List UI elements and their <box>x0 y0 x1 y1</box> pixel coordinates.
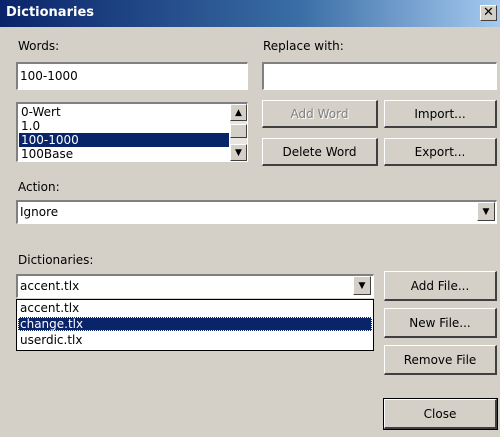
dictionaries-select-value: accent.tlx <box>20 279 80 293</box>
action-select[interactable]: Ignore ▼ <box>16 200 497 224</box>
import-button[interactable]: Import... <box>384 100 497 128</box>
scroll-thumb[interactable] <box>230 124 247 138</box>
new-file-button[interactable]: New File... <box>384 308 497 338</box>
dropdown-arrow-icon[interactable]: ▼ <box>353 276 371 295</box>
list-item[interactable]: 100Base <box>19 147 229 161</box>
scroll-up-icon[interactable]: ▲ <box>230 104 247 121</box>
export-button[interactable]: Export... <box>384 138 497 166</box>
dictionaries-select[interactable]: accent.tlx ▼ <box>16 274 374 298</box>
words-input-value: 100-1000 <box>20 69 78 83</box>
replace-input[interactable] <box>262 62 497 90</box>
remove-file-button[interactable]: Remove File <box>384 345 497 375</box>
scroll-down-icon[interactable]: ▼ <box>230 144 247 161</box>
list-item[interactable]: 1.0 <box>19 119 229 133</box>
dictionaries-label: Dictionaries: <box>18 253 94 267</box>
add-file-button[interactable]: Add File... <box>384 271 497 301</box>
action-label: Action: <box>18 180 60 194</box>
word-list[interactable]: 0-Wert 1.0 100-1000 100Base ▲ ▼ <box>16 102 248 162</box>
action-select-value: Ignore <box>20 205 59 219</box>
add-word-button[interactable]: Add Word <box>262 100 378 128</box>
dropdown-option-highlighted[interactable]: change.tlx <box>18 317 372 331</box>
dictionaries-dialog: Dictionaries ✕ Words: 100-1000 Replace w… <box>0 0 500 437</box>
dictionaries-dropdown-list[interactable]: accent.tlx change.tlx userdic.tlx <box>16 299 374 351</box>
dropdown-option[interactable]: userdic.tlx <box>18 333 372 347</box>
replace-label: Replace with: <box>263 39 344 53</box>
close-icon[interactable]: ✕ <box>480 5 497 21</box>
list-item-selected[interactable]: 100-1000 <box>19 133 229 147</box>
close-button[interactable]: Close <box>383 398 498 430</box>
dropdown-arrow-icon[interactable]: ▼ <box>477 202 495 221</box>
delete-word-button[interactable]: Delete Word <box>262 138 378 166</box>
words-input[interactable]: 100-1000 <box>16 62 248 90</box>
words-label: Words: <box>18 39 60 53</box>
window-title: Dictionaries <box>6 5 95 20</box>
dropdown-option[interactable]: accent.tlx <box>18 301 372 315</box>
title-bar[interactable]: Dictionaries ✕ <box>0 0 500 27</box>
list-item[interactable]: 0-Wert <box>19 105 229 119</box>
